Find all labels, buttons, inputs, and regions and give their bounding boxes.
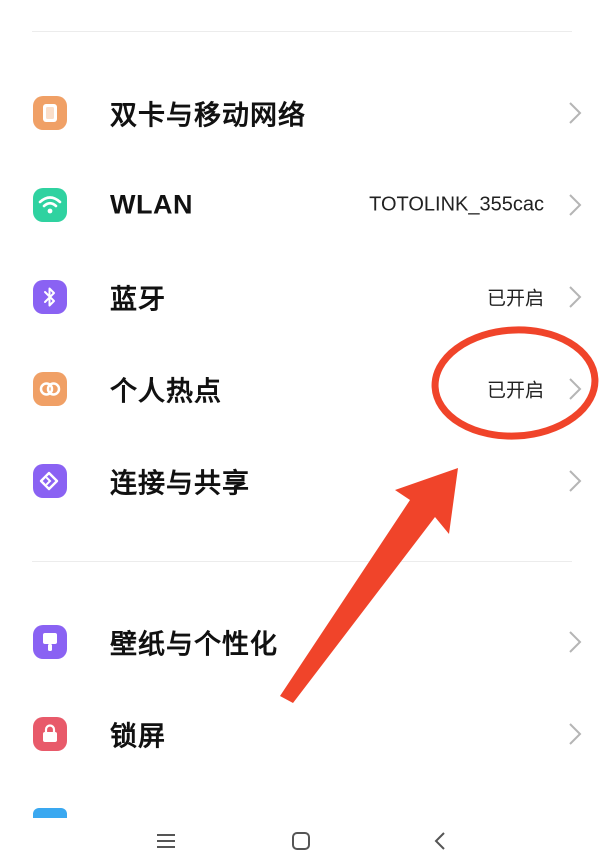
chevron-right-icon: [569, 470, 582, 492]
back-icon[interactable]: [424, 826, 456, 856]
settings-item-connection-share[interactable]: 连接与共享: [0, 446, 612, 516]
menu-icon[interactable]: [150, 826, 182, 856]
wifi-icon: [33, 188, 67, 222]
settings-item-wlan[interactable]: WLAN TOTOLINK_355cac: [0, 170, 612, 240]
settings-item-label: 壁纸与个性化: [110, 629, 278, 661]
chevron-right-icon: [569, 723, 582, 745]
bluetooth-status: 已开启: [486, 287, 544, 310]
settings-item-label: 双卡与移动网络: [110, 100, 306, 132]
bluetooth-icon: [33, 280, 67, 314]
settings-item-label: 个人热点: [110, 376, 222, 408]
settings-item-bluetooth[interactable]: 蓝牙 已开启: [0, 262, 612, 332]
hotspot-status: 已开启: [486, 379, 544, 402]
wlan-network-name: TOTOLINK_355cac: [369, 193, 544, 216]
wallpaper-icon: [33, 625, 67, 659]
chevron-right-icon: [569, 286, 582, 308]
sim-card-icon: [33, 96, 67, 130]
navigation-bar: [0, 818, 612, 865]
settings-item-label: 连接与共享: [110, 468, 250, 500]
settings-item-wallpaper[interactable]: 壁纸与个性化: [0, 607, 612, 677]
chevron-right-icon: [569, 631, 582, 653]
divider-middle: [32, 561, 572, 562]
settings-item-lock-screen[interactable]: 锁屏: [0, 699, 612, 769]
chevron-right-icon: [569, 194, 582, 216]
chevron-right-icon: [569, 378, 582, 400]
settings-item-hotspot[interactable]: 个人热点 已开启: [0, 354, 612, 424]
settings-item-label: 锁屏: [110, 721, 166, 753]
settings-item-dual-sim[interactable]: 双卡与移动网络: [0, 78, 612, 148]
divider-top: [32, 31, 572, 32]
settings-item-label: 蓝牙: [110, 284, 166, 316]
settings-item-label: WLAN: [110, 189, 193, 220]
lock-screen-icon: [33, 717, 67, 751]
home-icon[interactable]: [285, 826, 317, 856]
connection-share-icon: [33, 464, 67, 498]
hotspot-icon: [33, 372, 67, 406]
chevron-right-icon: [569, 102, 582, 124]
